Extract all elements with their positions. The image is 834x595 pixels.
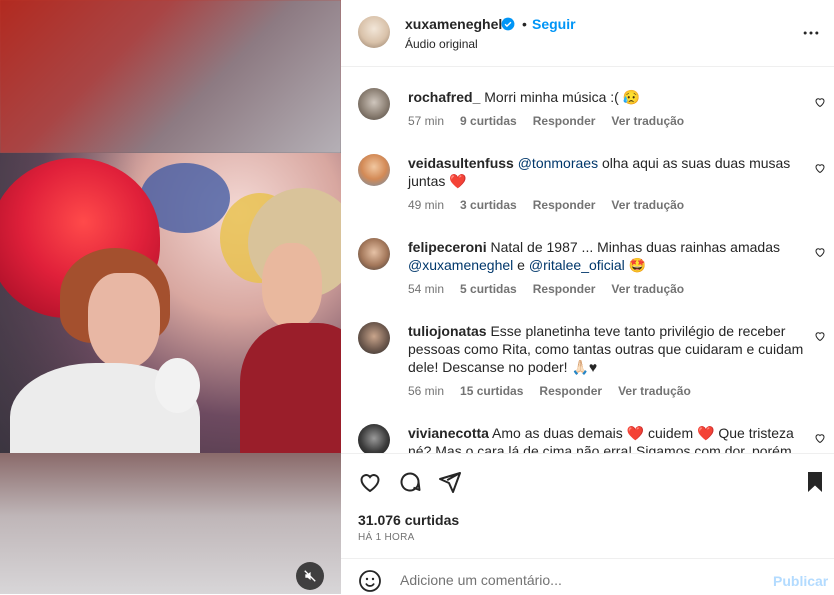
verified-badge-icon	[501, 17, 515, 31]
comment-meta: 54 min 5 curtidas Responder Ver tradução	[408, 282, 684, 296]
avatar[interactable]	[358, 238, 390, 270]
translate-button[interactable]: Ver tradução	[611, 198, 684, 212]
comment-mention[interactable]: @tonmoraes	[518, 155, 598, 171]
comments-list[interactable]: rochafred_ Morri minha música :( 😥 57 mi…	[341, 67, 834, 453]
follow-button[interactable]: Seguir	[532, 16, 576, 32]
post-username[interactable]: xuxameneghel	[405, 16, 502, 32]
comment-username[interactable]: felipeceroni	[408, 239, 487, 255]
heart-icon[interactable]	[814, 432, 826, 444]
add-comment-bar: Publicar	[341, 558, 834, 595]
comment-likes[interactable]: 9 curtidas	[460, 114, 517, 128]
comment-body: Natal de 1987 ... Minhas duas rainhas am…	[486, 239, 780, 255]
separator-dot: •	[522, 16, 527, 32]
avatar[interactable]	[358, 424, 390, 453]
comment-username[interactable]: tuliojonatas	[408, 323, 487, 339]
scene-person-body	[240, 323, 341, 453]
translate-button[interactable]: Ver tradução	[618, 384, 691, 398]
post-timestamp: HÁ 1 HORA	[358, 532, 415, 543]
reply-button[interactable]: Responder	[533, 114, 596, 128]
emoji-icon[interactable]	[358, 569, 382, 593]
reply-button[interactable]: Responder	[533, 198, 596, 212]
video-blur-top	[0, 0, 341, 153]
likes-count[interactable]: 31.076 curtidas	[358, 512, 459, 528]
video-blur-bottom	[0, 453, 341, 594]
video-frame	[0, 153, 341, 453]
post-panel: xuxameneghel • Seguir Áudio original roc…	[341, 0, 834, 594]
comment-username[interactable]: rochafred_	[408, 89, 480, 105]
comment-text: veidasultenfuss @tonmoraes olha aqui as …	[408, 154, 808, 190]
post-actions: 31.076 curtidas HÁ 1 HORA	[341, 453, 834, 559]
comment-username[interactable]: vivianecotta	[408, 425, 489, 441]
audio-label[interactable]: Áudio original	[405, 37, 478, 51]
comment-meta: 49 min 3 curtidas Responder Ver tradução	[408, 198, 684, 212]
share-icon[interactable]	[438, 470, 462, 494]
video-player[interactable]	[0, 0, 341, 594]
translate-button[interactable]: Ver tradução	[611, 114, 684, 128]
post-header: xuxameneghel • Seguir Áudio original	[341, 0, 834, 67]
comment-meta: 57 min 9 curtidas Responder Ver tradução	[408, 114, 684, 128]
scene-person-face	[88, 273, 160, 368]
mute-toggle-button[interactable]	[296, 562, 324, 590]
comment-likes[interactable]: 15 curtidas	[460, 384, 523, 398]
scene-microphone	[155, 358, 200, 413]
translate-button[interactable]: Ver tradução	[611, 282, 684, 296]
comment-time[interactable]: 49 min	[408, 198, 444, 212]
reply-button[interactable]: Responder	[539, 384, 602, 398]
comment-username[interactable]: veidasultenfuss	[408, 155, 514, 171]
reply-button[interactable]: Responder	[533, 282, 596, 296]
comment-time[interactable]: 57 min	[408, 114, 444, 128]
avatar[interactable]	[358, 88, 390, 120]
comment-likes[interactable]: 3 curtidas	[460, 198, 517, 212]
scene-person-face	[262, 243, 322, 328]
comment-body: 🤩	[624, 257, 647, 273]
heart-icon[interactable]	[814, 162, 826, 174]
publish-button[interactable]: Publicar	[773, 573, 828, 589]
comment-body: e	[513, 257, 529, 273]
muted-speaker-icon	[304, 570, 316, 582]
comment-body: Morri minha música :( 😥	[480, 89, 641, 105]
bookmark-icon[interactable]	[803, 470, 827, 494]
heart-icon[interactable]	[358, 470, 382, 494]
comment-mention[interactable]: @xuxameneghel	[408, 257, 513, 273]
comment-meta: 56 min 15 curtidas Responder Ver traduçã…	[408, 384, 691, 398]
heart-icon[interactable]	[814, 246, 826, 258]
comment-text: felipeceroni Natal de 1987 ... Minhas du…	[408, 238, 808, 274]
comment-time[interactable]: 54 min	[408, 282, 444, 296]
comment-mention[interactable]: @ritalee_oficial	[529, 257, 625, 273]
comment-icon[interactable]	[398, 470, 422, 494]
avatar[interactable]	[358, 322, 390, 354]
heart-icon[interactable]	[814, 96, 826, 108]
heart-icon[interactable]	[814, 330, 826, 342]
more-options-icon[interactable]	[801, 23, 821, 43]
comment-likes[interactable]: 5 curtidas	[460, 282, 517, 296]
avatar[interactable]	[358, 154, 390, 186]
comment-time[interactable]: 56 min	[408, 384, 444, 398]
comment-text: vivianecotta Amo as duas demais ❤️ cuide…	[408, 424, 808, 453]
comment-text: tuliojonatas Esse planetinha teve tanto …	[408, 322, 808, 376]
comment-input[interactable]	[398, 571, 742, 589]
avatar[interactable]	[358, 16, 390, 48]
comment-text: rochafred_ Morri minha música :( 😥	[408, 88, 808, 106]
